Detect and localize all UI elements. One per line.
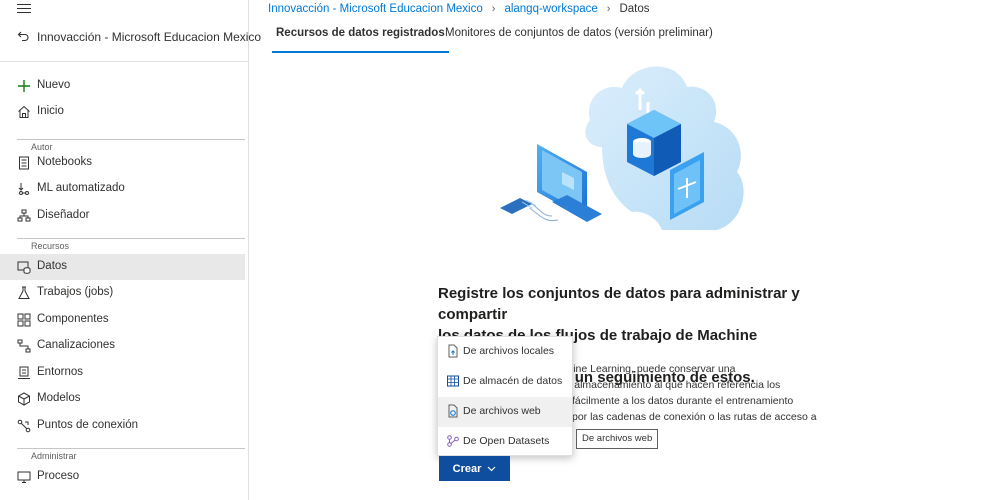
workspace-name: Innovacción - Microsoft Educacion Mexico [37,30,262,44]
sidebar-item-label: Trabajos (jobs) [37,286,114,298]
sidebar-item-label: ML automatizado [37,182,125,194]
pipeline-icon [17,339,31,353]
sidebar-item-label: Inicio [37,105,64,117]
section-label: Recursos [31,241,70,251]
sidebar-item-label: Puntos de conexión [37,419,139,431]
sidebar-item-home[interactable]: Inicio [0,99,245,125]
sidebar-item-designer[interactable]: Diseñador [0,203,245,229]
plus-icon [18,80,30,92]
sidebar-item-models[interactable]: Modelos [0,386,245,412]
create-button[interactable]: Crear [439,456,510,481]
environment-icon [18,366,30,379]
menu-item-label: De archivos locales [463,345,555,357]
menu-item-datastore[interactable]: De almacén de datos [438,367,572,397]
workspace-back-link[interactable]: Innovacción - Microsoft Educacion Mexico [0,24,261,50]
menu-item-label: De Open Datasets [463,435,550,447]
sidebar-item-label: Nuevo [37,79,71,91]
components-icon [17,313,31,327]
sidebar-item-label: Datos [37,260,68,272]
sidebar-item-compute[interactable]: Proceso [0,464,245,490]
sidebar-item-environments[interactable]: Entornos [0,360,245,386]
automl-icon [18,183,29,195]
chevron-right-icon: › [606,3,611,15]
sidebar-item-components[interactable]: Componentes [0,307,245,333]
chevron-down-icon [487,463,496,475]
open-datasets-icon [447,435,459,447]
datastore-grid-icon [447,375,459,387]
sidebar-item-label: Componentes [37,313,109,325]
sidebar-item-label: Entornos [37,366,84,378]
designer-icon [17,209,31,222]
flask-icon [18,286,30,299]
create-button-label: Crear [452,462,482,475]
tab-dataset-monitors[interactable]: Monitores de conjuntos de datos (versión… [445,27,713,53]
data-icon [17,261,31,274]
section-header-assets: Recursos [0,238,245,252]
sidebar-item-endpoints[interactable]: Puntos de conexión [0,413,245,439]
menu-item-open-datasets[interactable]: De Open Datasets [438,427,572,457]
sidebar-item-label: Modelos [37,392,81,404]
notebook-icon [19,156,29,170]
sidebar-item-notebooks[interactable]: Notebooks [0,150,245,176]
heading-line: Registre los conjuntos de datos para adm… [438,285,800,323]
menu-item-label: De archivos web [463,405,541,417]
sidebar: Innovacción - Microsoft Educacion Mexico… [0,0,261,500]
tab-registered-datasets[interactable]: Recursos de datos registrados [272,27,449,53]
sidebar-item-automl[interactable]: ML automatizado [0,176,245,202]
monitor-icon [17,471,31,483]
menu-item-label: De almacén de datos [463,375,563,387]
endpoint-icon [17,419,31,433]
sidebar-item-new[interactable]: Nuevo [0,73,245,99]
divider [0,61,248,62]
sidebar-item-label: Proceso [37,470,80,482]
data-illustration [500,66,744,230]
breadcrumb-current: Datos [619,3,650,15]
file-upload-icon [448,344,458,358]
menu-item-web-files[interactable]: De archivos web [438,397,572,427]
sidebar-item-pipelines[interactable]: Canalizaciones [0,333,245,359]
cube-icon [18,392,30,406]
sidebar-item-label: Canalizaciones [37,339,115,351]
sidebar-item-label: Notebooks [37,156,92,168]
create-dropdown-menu: De archivos locales De almacén de datos … [437,336,573,456]
sidebar-item-jobs[interactable]: Trabajos (jobs) [0,280,245,306]
sidebar-item-data[interactable]: Datos [0,254,245,280]
hamburger-menu-icon[interactable] [17,4,31,16]
breadcrumb-link-workspace-group[interactable]: Innovacción - Microsoft Educacion Mexico [268,3,483,15]
chevron-right-icon: › [491,3,496,15]
section-label: Administrar [31,451,77,461]
section-header-manage: Administrar [0,448,245,462]
tooltip: De archivos web [576,429,659,449]
breadcrumb-link-workspace[interactable]: alangq-workspace [504,3,597,15]
menu-item-local-files[interactable]: De archivos locales [438,337,572,367]
breadcrumb: Innovacción - Microsoft Educacion Mexico… [268,3,650,15]
web-file-icon [448,404,458,418]
home-icon [18,105,30,118]
back-arrow-icon [17,31,29,42]
sidebar-item-label: Diseñador [37,209,90,221]
